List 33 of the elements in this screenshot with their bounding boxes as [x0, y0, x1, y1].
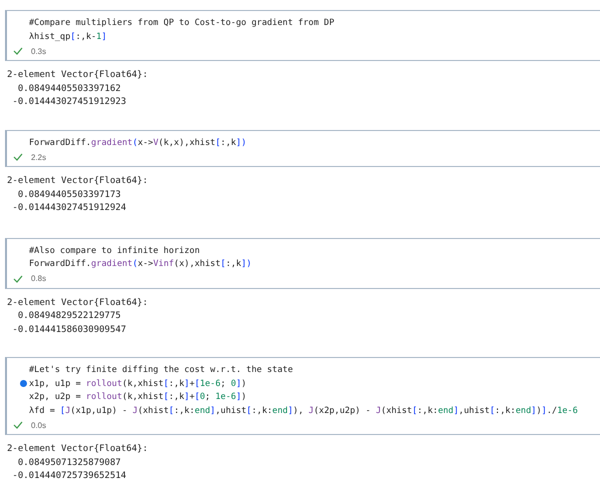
output-line: 0.08494405503397162: [16, 82, 121, 96]
execution-time: 2.2s: [31, 152, 46, 162]
code-line: #Also compare to infinite horizon: [29, 244, 200, 258]
output-line: 2-element Vector{Float64}:: [7, 443, 148, 456]
output-line: 2-element Vector{Float64}:: [7, 175, 148, 188]
output-line: 0.08494829522129775: [16, 310, 121, 323]
output-line: -0.014443027451912923: [11, 96, 126, 109]
output-line: -0.014440725739652514: [11, 470, 126, 480]
check-icon: [13, 274, 23, 282]
code-cell[interactable]: ForwardDiff.gradient(x->V(k,x),xhist[:,k]) 2.2s: [5, 130, 600, 167]
check-icon: [13, 421, 23, 429]
code-line: λfd = [J(x1p,u1p) - J(xhist[:,k:end],uhist[:,k:end]), J(x2p,u2p) - J(xhist[:,k:end],uhist[:,k:end])]./1e-6: [29, 404, 578, 418]
output-line: -0.014443027451912924: [11, 202, 126, 215]
output-line: 2-element Vector{Float64}:: [7, 69, 148, 82]
output-line: 0.08494405503397173: [16, 188, 121, 202]
check-icon: [13, 153, 23, 161]
output-line: -0.014441586030909547: [11, 324, 126, 336]
execution-time: 0.3s: [31, 46, 46, 56]
output-line: 0.08495071325879087: [16, 456, 121, 470]
code-line: x1p, u1p = rollout(k,xhist[:,k]+[1e-6; 0]): [29, 378, 246, 390]
code-line: ForwardDiff.gradient(x->V(k,x),xhist[:,k]): [29, 136, 246, 150]
code-cell[interactable]: #Also compare to infinite horizon ForwardDiff.gradient(x->Vinf(x),xhist[:,k]) 0.8s: [5, 238, 600, 288]
code-line: x2p, u2p = rollout(k,xhist[:,k]+[0; 1e-6]): [29, 391, 246, 404]
execution-time: 0.0s: [31, 420, 46, 430]
code-cell[interactable]: [5, 357, 600, 435]
execution-time: 0.8s: [31, 274, 46, 283]
check-icon: [13, 47, 23, 55]
code-line: #Let's try finite diffing the cost w.r.t. the state: [29, 364, 293, 377]
code-line: ForwardDiff.gradient(x->Vinf(x),xhist[:,k]): [29, 258, 252, 271]
code-cell[interactable]: #Compare multipliers from QP to Cost-to-go gradient from DP λhist_qp[:,k-1] 0.3s: [5, 10, 600, 61]
output-line: 2-element Vector{Float64}:: [7, 296, 148, 310]
code-line: #Compare multipliers from QP to Cost-to-go gradient from DP: [29, 17, 334, 30]
code-line: λhist_qp[:,k-1]: [29, 30, 107, 44]
